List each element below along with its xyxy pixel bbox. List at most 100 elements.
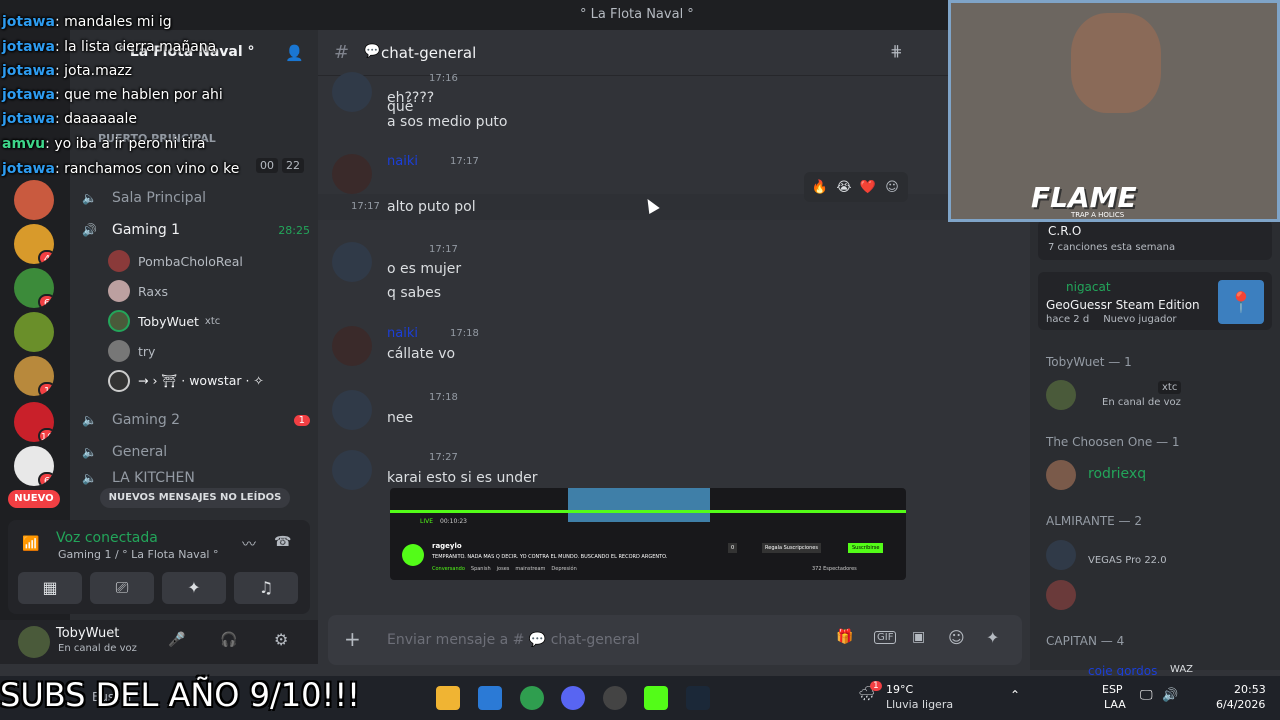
obs-icon[interactable] xyxy=(603,686,627,710)
discord-icon[interactable] xyxy=(561,686,585,710)
new-messages-pill[interactable]: NUEVOS MENSAJES NO LEÍDOS xyxy=(100,488,290,508)
voice-channel-la-kitchen[interactable]: 🔈 LA KITCHEN xyxy=(82,470,310,486)
avatar[interactable] xyxy=(332,326,372,366)
server-icon[interactable]: 1 xyxy=(14,356,54,396)
threads-icon[interactable]: ⋕ xyxy=(890,42,903,60)
new-servers-pill[interactable]: NUEVO xyxy=(8,490,60,508)
headphones-icon[interactable]: 🎧 xyxy=(220,632,237,648)
activity-card[interactable]: C.R.O 7 canciones esta semana xyxy=(1038,220,1272,260)
channel-header: # 💬 chat-general ⋕ xyxy=(318,30,948,76)
message[interactable]: 17:17 o es mujer q sabes xyxy=(318,240,1030,306)
voice-user[interactable]: try xyxy=(108,338,308,364)
message-composer[interactable]: + Enviar mensaje a # 💬 chat-general 🎁 GI… xyxy=(328,615,1022,665)
stream-chat-line: jotawa: que me hablen por ahi xyxy=(2,87,223,103)
server-icon[interactable]: 6 xyxy=(14,268,54,308)
lang-top[interactable]: ESP xyxy=(1102,683,1123,696)
avatar[interactable] xyxy=(1046,540,1076,570)
disconnect-icon[interactable]: ☎ xyxy=(274,534,291,550)
stream-chat-line: jotawa: jota.mazz xyxy=(2,63,132,79)
message[interactable]: naiki 17:17 qué xyxy=(318,99,1030,194)
server-badge: 16 xyxy=(38,428,54,442)
weather-temp[interactable]: 19°C xyxy=(886,683,913,696)
network-icon[interactable]: 🖵 xyxy=(1140,688,1153,703)
user-panel: TobyWuet En canal de voz 🎤 🎧 ⚙ xyxy=(0,620,318,664)
member-name[interactable]: rodriexq xyxy=(1088,466,1146,482)
apps-icon[interactable]: ✦ xyxy=(986,628,999,647)
avatar xyxy=(108,310,130,332)
emoji-icon[interactable]: ☺ xyxy=(948,628,965,647)
chrome-icon[interactable] xyxy=(520,686,544,710)
heart-reaction[interactable]: ❤️ xyxy=(856,175,880,199)
speaker-icon: 🔈 xyxy=(82,413,97,427)
live-label: LIVE xyxy=(420,518,434,525)
speaker-icon: 🔈 xyxy=(82,191,97,205)
microphone-icon[interactable]: 🎤 xyxy=(168,632,185,648)
stream-chat-line: amvu: yo iba a ir pero ni tira xyxy=(2,136,206,152)
activity-card[interactable]: nigacat GeoGuessr Steam Edition hace 2 d… xyxy=(1038,272,1272,330)
fire-reaction[interactable]: 🔥 xyxy=(808,175,832,199)
voice-channel-label[interactable]: Gaming 1 / ° La Flota Naval ° xyxy=(58,548,218,561)
voice-user[interactable]: → › ⛩ · wowstar · ✧ xyxy=(108,368,308,394)
speaker-icon: 🔊 xyxy=(82,223,97,237)
soundboard-button[interactable]: ♫ xyxy=(234,572,298,604)
gif-icon[interactable]: GIF xyxy=(874,631,897,644)
avatar xyxy=(108,280,130,302)
file-explorer-icon[interactable] xyxy=(436,686,460,710)
stream-title: TEMPRANITO. NADA MAS Q DECIR. YO CONTRA … xyxy=(432,554,668,560)
avatar[interactable] xyxy=(332,450,372,490)
steam-icon[interactable] xyxy=(686,686,710,710)
voice-channel-general[interactable]: 🔈 General xyxy=(82,438,310,466)
lang-bottom: LAA xyxy=(1104,698,1126,711)
message[interactable]: 17:27 karai esto si es under xyxy=(318,448,1030,490)
activities-button[interactable]: ✦ xyxy=(162,572,226,604)
avatar[interactable] xyxy=(1046,580,1076,610)
avatar[interactable] xyxy=(1046,460,1076,490)
add-attachment-icon[interactable]: + xyxy=(344,627,361,651)
message[interactable]: 17:16 eh???? a sos medio puto xyxy=(318,72,1030,136)
server-icon[interactable]: 4 xyxy=(14,224,54,264)
voice-channel-gaming-2[interactable]: 🔈 Gaming 21 xyxy=(82,406,310,434)
voice-user[interactable]: Raxs xyxy=(108,278,308,304)
voice-user[interactable]: PombaCholoReal xyxy=(108,248,308,274)
stream-time: 00:10:23 xyxy=(440,518,467,525)
clock-time[interactable]: 20:53 xyxy=(1234,683,1266,696)
stream-chat-line: jotawa: daaaaaale xyxy=(2,111,137,127)
voice-channel-gaming-1[interactable]: 🔊 Gaming 1 28:25 xyxy=(82,216,310,244)
stream-chat-line: jotawa: ranchamos con vino o ke xyxy=(2,161,240,177)
add-reaction-icon[interactable]: ☺ xyxy=(880,175,904,199)
noise-suppression-icon[interactable]: 〰 xyxy=(242,534,256,554)
message-hovered[interactable]: 17:17 alto puto pol 🔥 😭 ❤️ ☺ xyxy=(318,172,1030,220)
volume-icon[interactable]: 🔊 xyxy=(1162,688,1178,703)
speech-bubble-icon: 💬 xyxy=(364,44,381,59)
sticker-icon[interactable]: ▣ xyxy=(912,629,925,645)
voice-user[interactable]: TobyWuet xtc xyxy=(108,308,308,334)
gift-icon[interactable]: 🎁 xyxy=(836,629,853,645)
progress-bar xyxy=(390,510,906,513)
camera-button[interactable]: ▦ xyxy=(18,572,82,604)
message[interactable]: naiki 17:18 cállate vo xyxy=(318,324,1030,366)
message[interactable]: 17:18 nee xyxy=(318,388,1030,430)
signal-icon[interactable]: 📶 xyxy=(22,536,39,552)
message-input[interactable]: Enviar mensaje a # 💬 chat-general xyxy=(387,632,640,648)
tray-chevron-icon[interactable]: ⌃ xyxy=(1010,688,1020,702)
server-icon[interactable]: 6 xyxy=(14,446,54,486)
user-name: TobyWuet xyxy=(56,626,120,641)
store-icon[interactable] xyxy=(478,686,502,710)
crying-reaction[interactable]: 😭 xyxy=(832,175,856,199)
avatar xyxy=(402,544,424,566)
channel-title: chat-general xyxy=(381,44,477,62)
webcam-overlay: FLAME TRAP A HOLICS xyxy=(948,0,1280,222)
server-icon[interactable]: 16 xyxy=(14,402,54,442)
kick-icon[interactable] xyxy=(644,686,668,710)
voice-channel-sala-principal[interactable]: 🔈 Sala Principal xyxy=(82,184,310,212)
avatar[interactable] xyxy=(1046,380,1076,410)
avatar[interactable] xyxy=(332,390,372,430)
speaker-icon: 🔈 xyxy=(82,445,97,459)
settings-gear-icon[interactable]: ⚙ xyxy=(274,630,288,649)
server-icon[interactable] xyxy=(14,180,54,220)
screenshare-button[interactable]: ⎚ xyxy=(90,572,154,604)
avatar[interactable] xyxy=(332,242,372,282)
avatar[interactable] xyxy=(18,626,50,658)
image-attachment[interactable]: LIVE 00:10:23 rageylo TEMPRANITO. NADA M… xyxy=(390,488,906,580)
server-icon[interactable] xyxy=(14,312,54,352)
